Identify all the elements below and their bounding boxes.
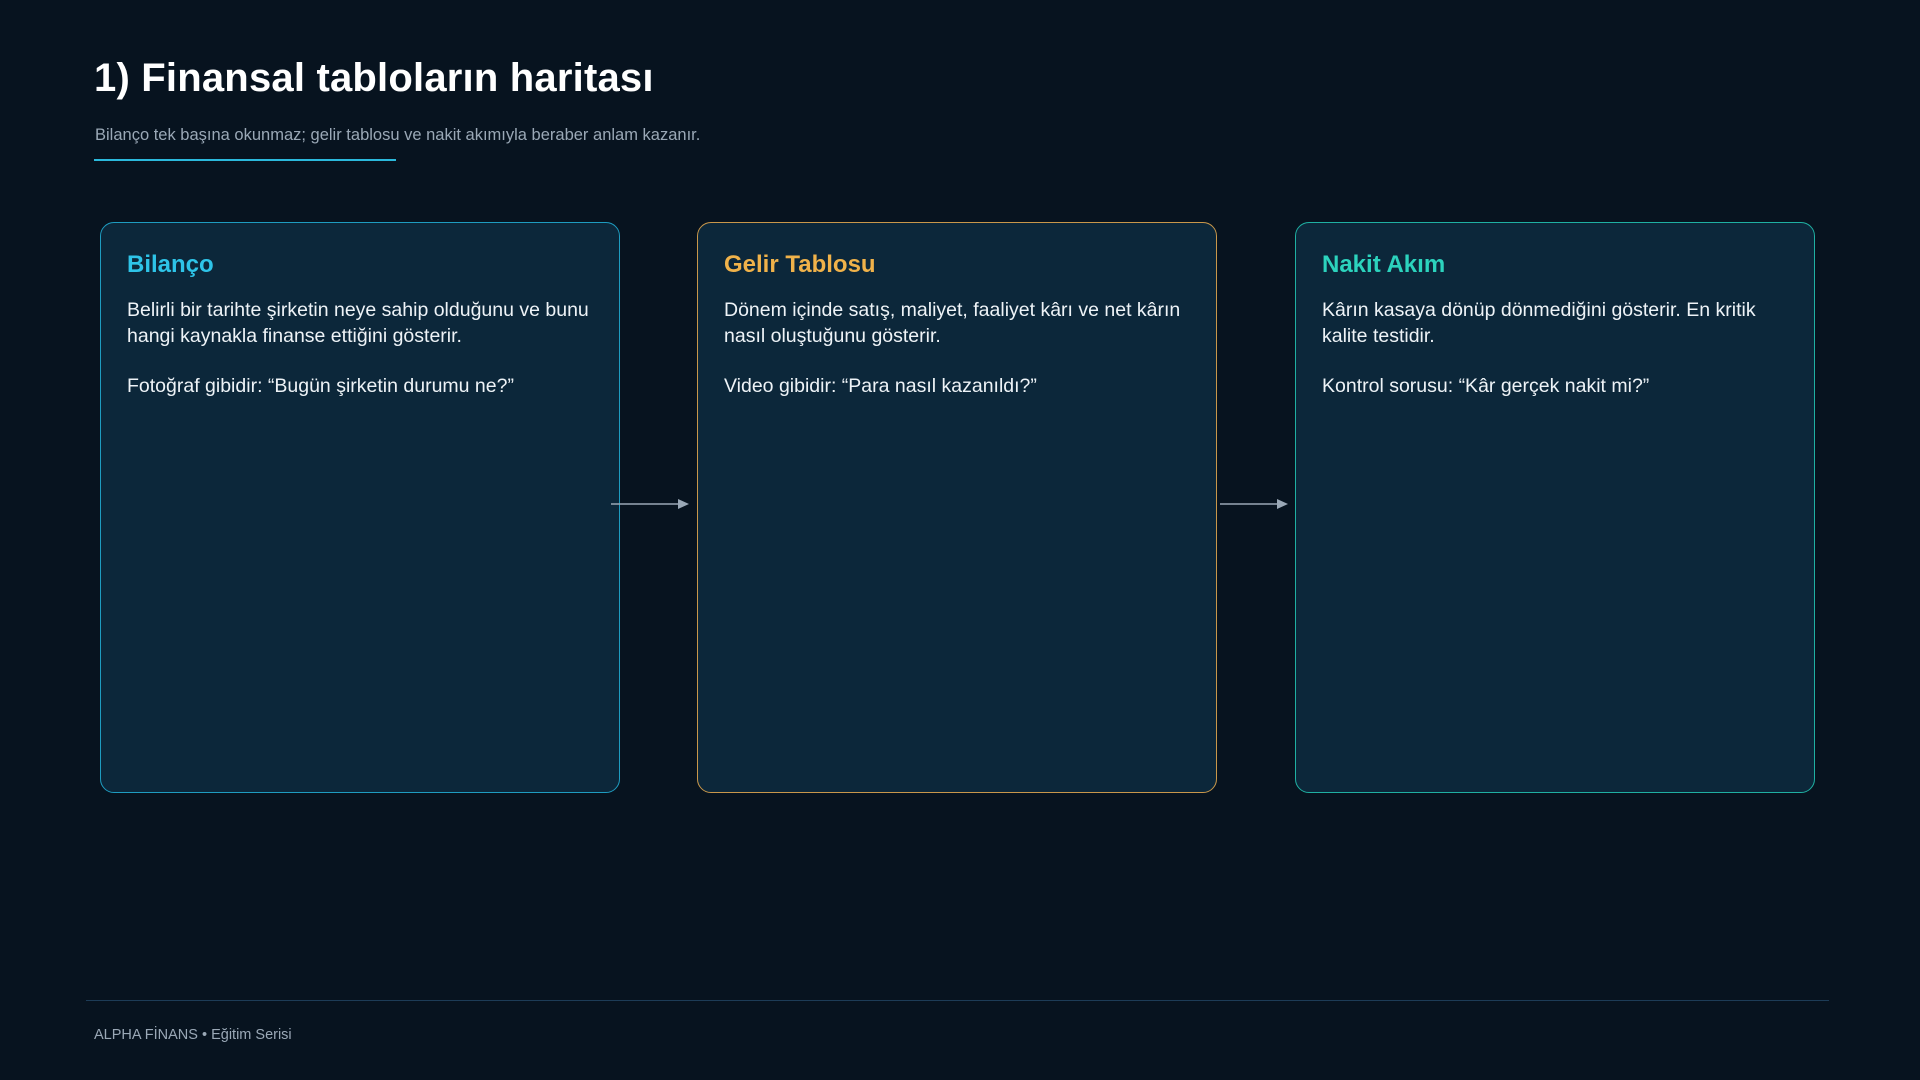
slide-subtitle: Bilanço tek başına okunmaz; gelir tablos… bbox=[95, 126, 701, 144]
card-title: Gelir Tablosu bbox=[724, 251, 876, 278]
card-bilanco: Bilanço Belirli bir tarihte şirketin ney… bbox=[100, 222, 620, 793]
arrow-right-icon bbox=[1220, 499, 1288, 509]
card-note: Fotoğraf gibidir: “Bugün şirketin durumu… bbox=[127, 375, 514, 397]
card-note: Video gibidir: “Para nasıl kazanıldı?” bbox=[724, 375, 1037, 397]
footer-text: ALPHA FİNANS • Eğitim Serisi bbox=[94, 1027, 292, 1043]
card-note: Kontrol sorusu: “Kâr gerçek nakit mi?” bbox=[1322, 375, 1650, 397]
card-title: Nakit Akım bbox=[1322, 251, 1446, 278]
card-title: Bilanço bbox=[127, 251, 214, 278]
card-description: Kârın kasaya dönüp dönmediğini gösterir.… bbox=[1322, 299, 1756, 347]
card-gelir-tablosu: Gelir Tablosu Dönem içinde satış, maliye… bbox=[697, 222, 1217, 793]
footer-divider bbox=[86, 1000, 1829, 1001]
slide-title: 1) Finansal tabloların haritası bbox=[94, 56, 654, 100]
arrow-right-icon bbox=[611, 499, 689, 509]
card-nakit-akim: Nakit Akım Kârın kasaya dönüp dönmediğin… bbox=[1295, 222, 1815, 793]
title-underline bbox=[94, 159, 396, 161]
card-description: Dönem içinde satış, maliyet, faaliyet kâ… bbox=[724, 299, 1181, 347]
card-description: Belirli bir tarihte şirketin neye sahip … bbox=[127, 299, 589, 347]
